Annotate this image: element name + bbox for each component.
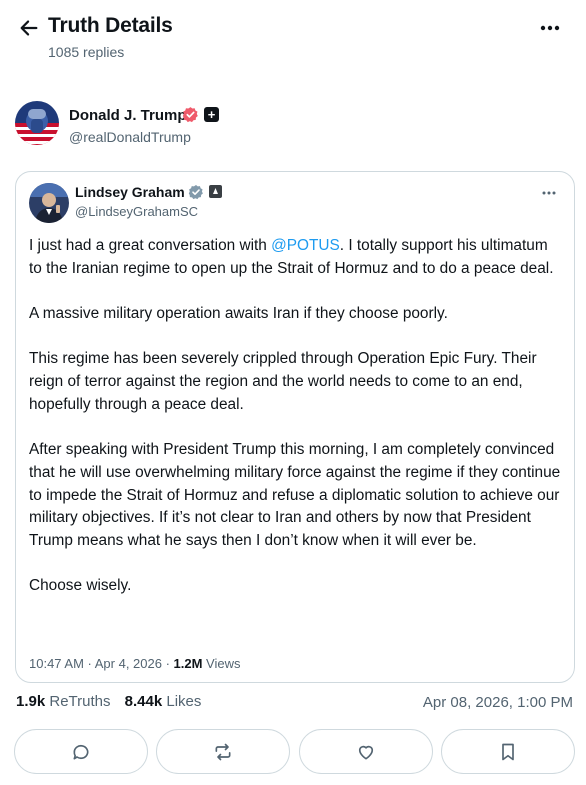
post-author: Donald J. Trump + @realDonaldTrump [15, 101, 575, 151]
quoted-more-button[interactable] [538, 184, 560, 202]
quoted-paragraph: A massive military operation awaits Iran… [29, 305, 448, 323]
page-header: Truth Details 1085 replies [0, 0, 586, 80]
likes-count: 8.44k [124, 693, 163, 710]
quoted-post-card[interactable]: Lindsey Graham @LindseyGrahamSC I just h… [15, 171, 575, 683]
quoted-avatar[interactable] [29, 183, 69, 223]
quoted-avatar-image [29, 183, 69, 223]
verified-badge-icon [182, 107, 198, 123]
back-button[interactable] [16, 15, 42, 41]
bookmark-button[interactable] [441, 729, 575, 774]
avatar[interactable] [15, 101, 59, 145]
quoted-author-handle[interactable]: @LindseyGrahamSC [75, 204, 198, 219]
arrow-left-icon [20, 20, 38, 36]
text-span: I just had a great conversation with [29, 237, 272, 254]
views-label: Views [202, 656, 241, 671]
quoted-paragraph: After speaking with President Trump this… [29, 441, 561, 550]
verified-badge-icon [188, 185, 203, 200]
quoted-paragraph: I just had a great conversation with @PO… [29, 235, 564, 280]
page-title: Truth Details [48, 14, 173, 37]
quoted-post-body: I just had a great conversation with @PO… [29, 235, 564, 598]
post-stats: 1.9k ReTruths 8.44k Likes [16, 693, 211, 710]
reply-count: 1085 replies [48, 44, 125, 60]
likes-stat[interactable]: 8.44k Likes [125, 693, 202, 710]
plus-badge-icon: + [204, 107, 219, 122]
comment-icon [73, 744, 89, 759]
retruths-stat[interactable]: 1.9k ReTruths [16, 693, 111, 710]
quoted-post-meta: 10:47 AM · Apr 4, 2026 · 1.2M Views [29, 656, 241, 671]
ellipsis-icon [540, 25, 560, 31]
government-affiliation-icon [209, 185, 222, 198]
like-button[interactable] [299, 729, 433, 774]
retruths-label: ReTruths [45, 693, 111, 710]
bookmark-icon [502, 743, 514, 760]
more-options-button[interactable] [538, 16, 562, 40]
likes-label: Likes [162, 693, 202, 710]
repost-icon [215, 743, 231, 760]
quoted-author-name[interactable]: Lindsey Graham [75, 184, 185, 200]
avatar-image [15, 101, 59, 145]
reply-button[interactable] [14, 729, 148, 774]
action-bar [14, 729, 576, 775]
mention-link[interactable]: @POTUS [271, 237, 340, 254]
post-date: Apr 08, 2026, 1:00 PM [422, 694, 573, 711]
retruth-button[interactable] [156, 729, 290, 774]
ellipsis-icon [542, 191, 556, 195]
heart-icon [358, 745, 374, 759]
quoted-paragraph: This regime has been severely crippled t… [29, 350, 537, 413]
quoted-paragraph: Choose wisely. [29, 577, 132, 595]
author-name[interactable]: Donald J. Trump [69, 107, 187, 124]
views-count: 1.2M [173, 656, 203, 671]
author-handle[interactable]: @realDonaldTrump [69, 129, 191, 145]
quoted-timestamp: 10:47 AM · Apr 4, 2026 · [29, 656, 174, 671]
retruths-count: 1.9k [16, 693, 46, 710]
